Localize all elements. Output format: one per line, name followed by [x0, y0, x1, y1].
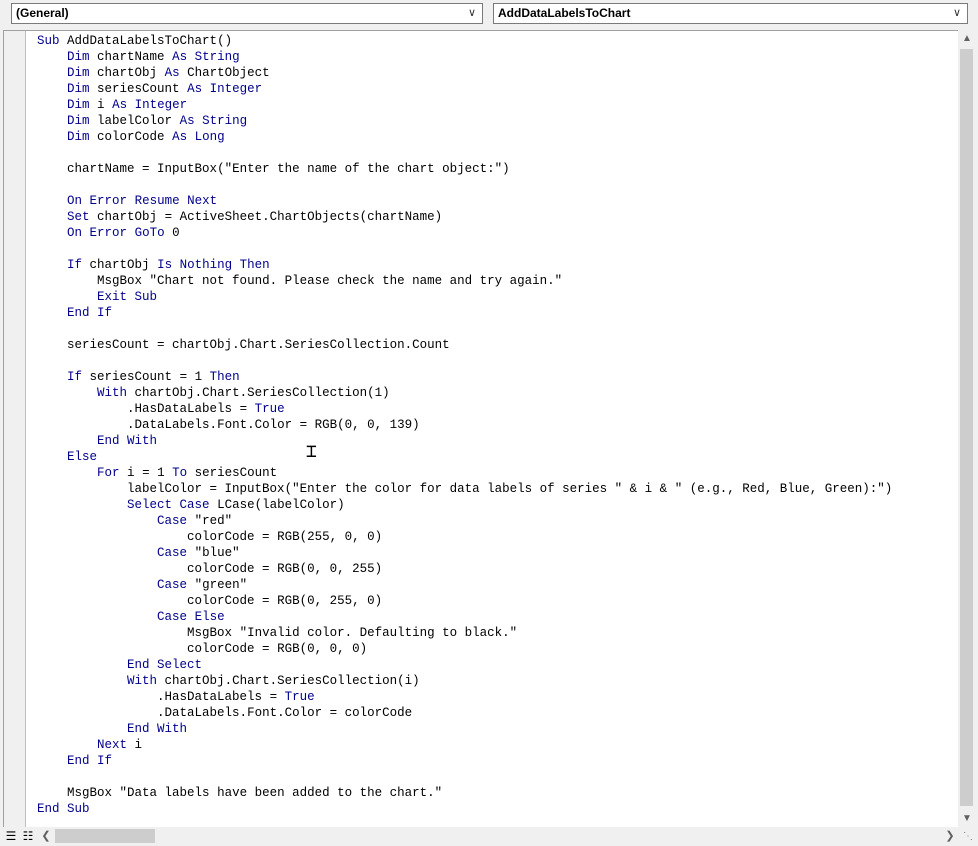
code-line[interactable]: colorCode = RGB(0, 0, 255) [37, 561, 892, 577]
code-line[interactable] [37, 177, 892, 193]
code-line[interactable] [37, 321, 892, 337]
code-line[interactable]: Else [37, 449, 892, 465]
code-line[interactable] [37, 353, 892, 369]
code-line[interactable]: End With [37, 721, 892, 737]
code-line[interactable]: End Sub [37, 801, 892, 817]
code-line[interactable]: Dim i As Integer [37, 97, 892, 113]
code-line[interactable]: .DataLabels.Font.Color = colorCode [37, 705, 892, 721]
code-line[interactable] [37, 145, 892, 161]
code-line[interactable]: Dim labelColor As String [37, 113, 892, 129]
resize-grip-icon[interactable]: ⋱ [960, 829, 976, 845]
code-line[interactable]: Case "red" [37, 513, 892, 529]
code-line[interactable]: For i = 1 To seriesCount [37, 465, 892, 481]
code-line[interactable]: labelColor = InputBox("Enter the color f… [37, 481, 892, 497]
procedure-view-icon[interactable]: ☰ [3, 828, 19, 844]
code-line[interactable]: Case "green" [37, 577, 892, 593]
code-line[interactable]: Set chartObj = ActiveSheet.ChartObjects(… [37, 209, 892, 225]
code-line[interactable]: Case "blue" [37, 545, 892, 561]
code-line[interactable] [37, 769, 892, 785]
vertical-scrollbar[interactable]: ▲ ▼ [958, 30, 976, 827]
code-line[interactable]: Next i [37, 737, 892, 753]
bottom-bar: ☰ ☷ ❮ ❯ [0, 827, 978, 846]
code-line[interactable]: MsgBox "Data labels have been added to t… [37, 785, 892, 801]
scroll-down-arrow-icon[interactable]: ▼ [958, 810, 976, 827]
code-line[interactable]: With chartObj.Chart.SeriesCollection(1) [37, 385, 892, 401]
code-line[interactable]: MsgBox "Invalid color. Defaulting to bla… [37, 625, 892, 641]
code-editor[interactable]: Sub AddDataLabelsToChart() Dim chartName… [3, 30, 961, 827]
code-line[interactable]: colorCode = RGB(0, 0, 0) [37, 641, 892, 657]
code-line[interactable]: Dim chartObj As ChartObject [37, 65, 892, 81]
object-dropdown-value: (General) [16, 6, 69, 20]
code-line[interactable]: Case Else [37, 609, 892, 625]
code-line[interactable]: End If [37, 753, 892, 769]
code-line[interactable]: Sub AddDataLabelsToChart() [37, 33, 892, 49]
code-line[interactable]: Dim colorCode As Long [37, 129, 892, 145]
code-line[interactable]: End Select [37, 657, 892, 673]
chevron-down-icon[interactable]: ∨ [951, 4, 963, 23]
code-line[interactable]: chartName = InputBox("Enter the name of … [37, 161, 892, 177]
code-line[interactable]: On Error GoTo 0 [37, 225, 892, 241]
code-line[interactable]: Dim chartName As String [37, 49, 892, 65]
code-line[interactable]: End With [37, 433, 892, 449]
code-line[interactable]: colorCode = RGB(255, 0, 0) [37, 529, 892, 545]
full-module-view-icon[interactable]: ☷ [20, 828, 36, 844]
toolbar: (General) ∨ AddDataLabelsToChart ∨ [0, 0, 978, 30]
text-cursor-icon: ⌶ [306, 441, 317, 462]
code-line[interactable]: .DataLabels.Font.Color = RGB(0, 0, 139) [37, 417, 892, 433]
code-line[interactable]: If seriesCount = 1 Then [37, 369, 892, 385]
code-line[interactable]: If chartObj Is Nothing Then [37, 257, 892, 273]
chevron-down-icon[interactable]: ∨ [466, 4, 478, 23]
code-line[interactable]: colorCode = RGB(0, 255, 0) [37, 593, 892, 609]
scroll-up-arrow-icon[interactable]: ▲ [958, 30, 976, 47]
code-line[interactable] [37, 241, 892, 257]
code-line[interactable]: .HasDataLabels = True [37, 689, 892, 705]
object-dropdown[interactable]: (General) ∨ [11, 3, 483, 24]
procedure-dropdown[interactable]: AddDataLabelsToChart ∨ [493, 3, 968, 24]
code-line[interactable]: Dim seriesCount As Integer [37, 81, 892, 97]
code-line[interactable]: seriesCount = chartObj.Chart.SeriesColle… [37, 337, 892, 353]
scroll-left-arrow-icon[interactable]: ❮ [38, 827, 54, 846]
code-line[interactable]: On Error Resume Next [37, 193, 892, 209]
code-line[interactable]: .HasDataLabels = True [37, 401, 892, 417]
code-line[interactable]: MsgBox "Chart not found. Please check th… [37, 273, 892, 289]
code-line[interactable]: Select Case LCase(labelColor) [37, 497, 892, 513]
margin-indicator-bar[interactable] [4, 31, 26, 827]
code-line[interactable]: With chartObj.Chart.SeriesCollection(i) [37, 673, 892, 689]
code-line[interactable]: End If [37, 305, 892, 321]
procedure-dropdown-value: AddDataLabelsToChart [498, 6, 631, 20]
code-text[interactable]: Sub AddDataLabelsToChart() Dim chartName… [37, 33, 892, 817]
scroll-right-arrow-icon[interactable]: ❯ [942, 827, 958, 846]
code-line[interactable]: Exit Sub [37, 289, 892, 305]
vertical-scroll-thumb[interactable] [960, 49, 973, 806]
horizontal-scroll-thumb[interactable] [55, 829, 155, 843]
